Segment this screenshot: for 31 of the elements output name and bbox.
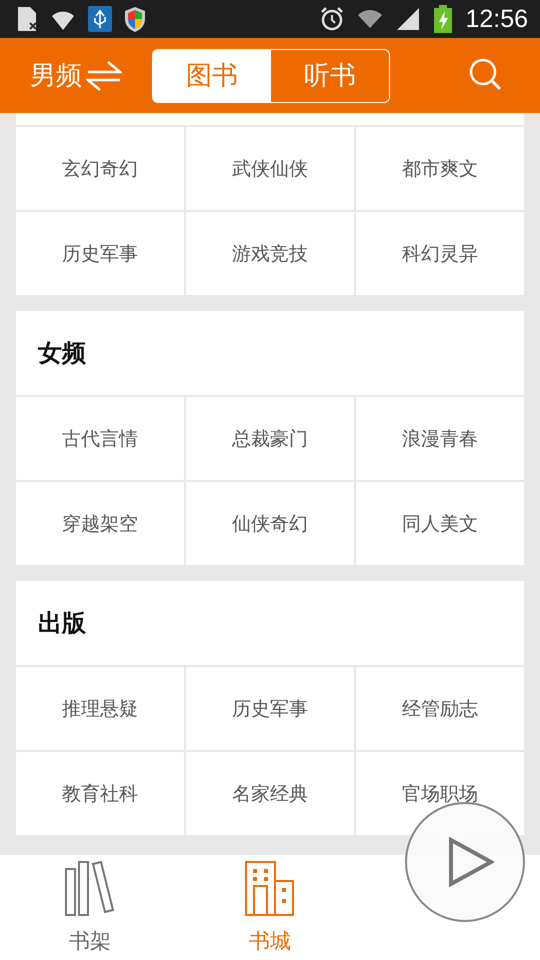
nav-tab[interactable]: 书架 <box>0 855 180 960</box>
genre-button[interactable]: 科幻灵异 <box>356 212 524 295</box>
section-title: 女频 <box>16 311 524 395</box>
genre-button[interactable]: 穿越架空 <box>16 482 184 565</box>
genre-button[interactable]: 仙侠奇幻 <box>186 482 354 565</box>
alarm-icon <box>319 6 346 32</box>
genre-button[interactable]: 历史军事 <box>186 667 354 750</box>
section-title: 出版 <box>16 581 524 665</box>
books-icon <box>65 860 115 916</box>
genre-button[interactable]: 教育社科 <box>16 752 184 835</box>
signal-icon <box>395 6 422 32</box>
genre-button[interactable]: 游戏竞技 <box>186 212 354 295</box>
genre-button[interactable]: 浪漫青春 <box>356 397 524 480</box>
genre-button[interactable]: 推理悬疑 <box>16 667 184 750</box>
genre-button[interactable]: 同人美文 <box>356 482 524 565</box>
genre-button[interactable]: 经管励志 <box>356 667 524 750</box>
shield-icon <box>124 6 146 32</box>
building-icon <box>245 860 295 916</box>
genre-button[interactable]: 名家经典 <box>186 752 354 835</box>
genre-button[interactable]: 武侠仙侠 <box>186 127 354 210</box>
genre-button[interactable]: 历史军事 <box>16 212 184 295</box>
search-icon[interactable] <box>468 56 502 90</box>
battery-icon <box>433 5 454 33</box>
genre-button[interactable]: 古代言情 <box>16 397 184 480</box>
play-icon <box>448 837 494 887</box>
clock-time: 12:56 <box>465 4 528 34</box>
genre-button[interactable]: 都市爽文 <box>356 127 524 210</box>
usb-icon <box>88 6 112 32</box>
genre-button[interactable]: 玄幻奇幻 <box>16 127 184 210</box>
sim-card-icon <box>16 5 38 33</box>
genre-button[interactable]: 总裁豪门 <box>186 397 354 480</box>
